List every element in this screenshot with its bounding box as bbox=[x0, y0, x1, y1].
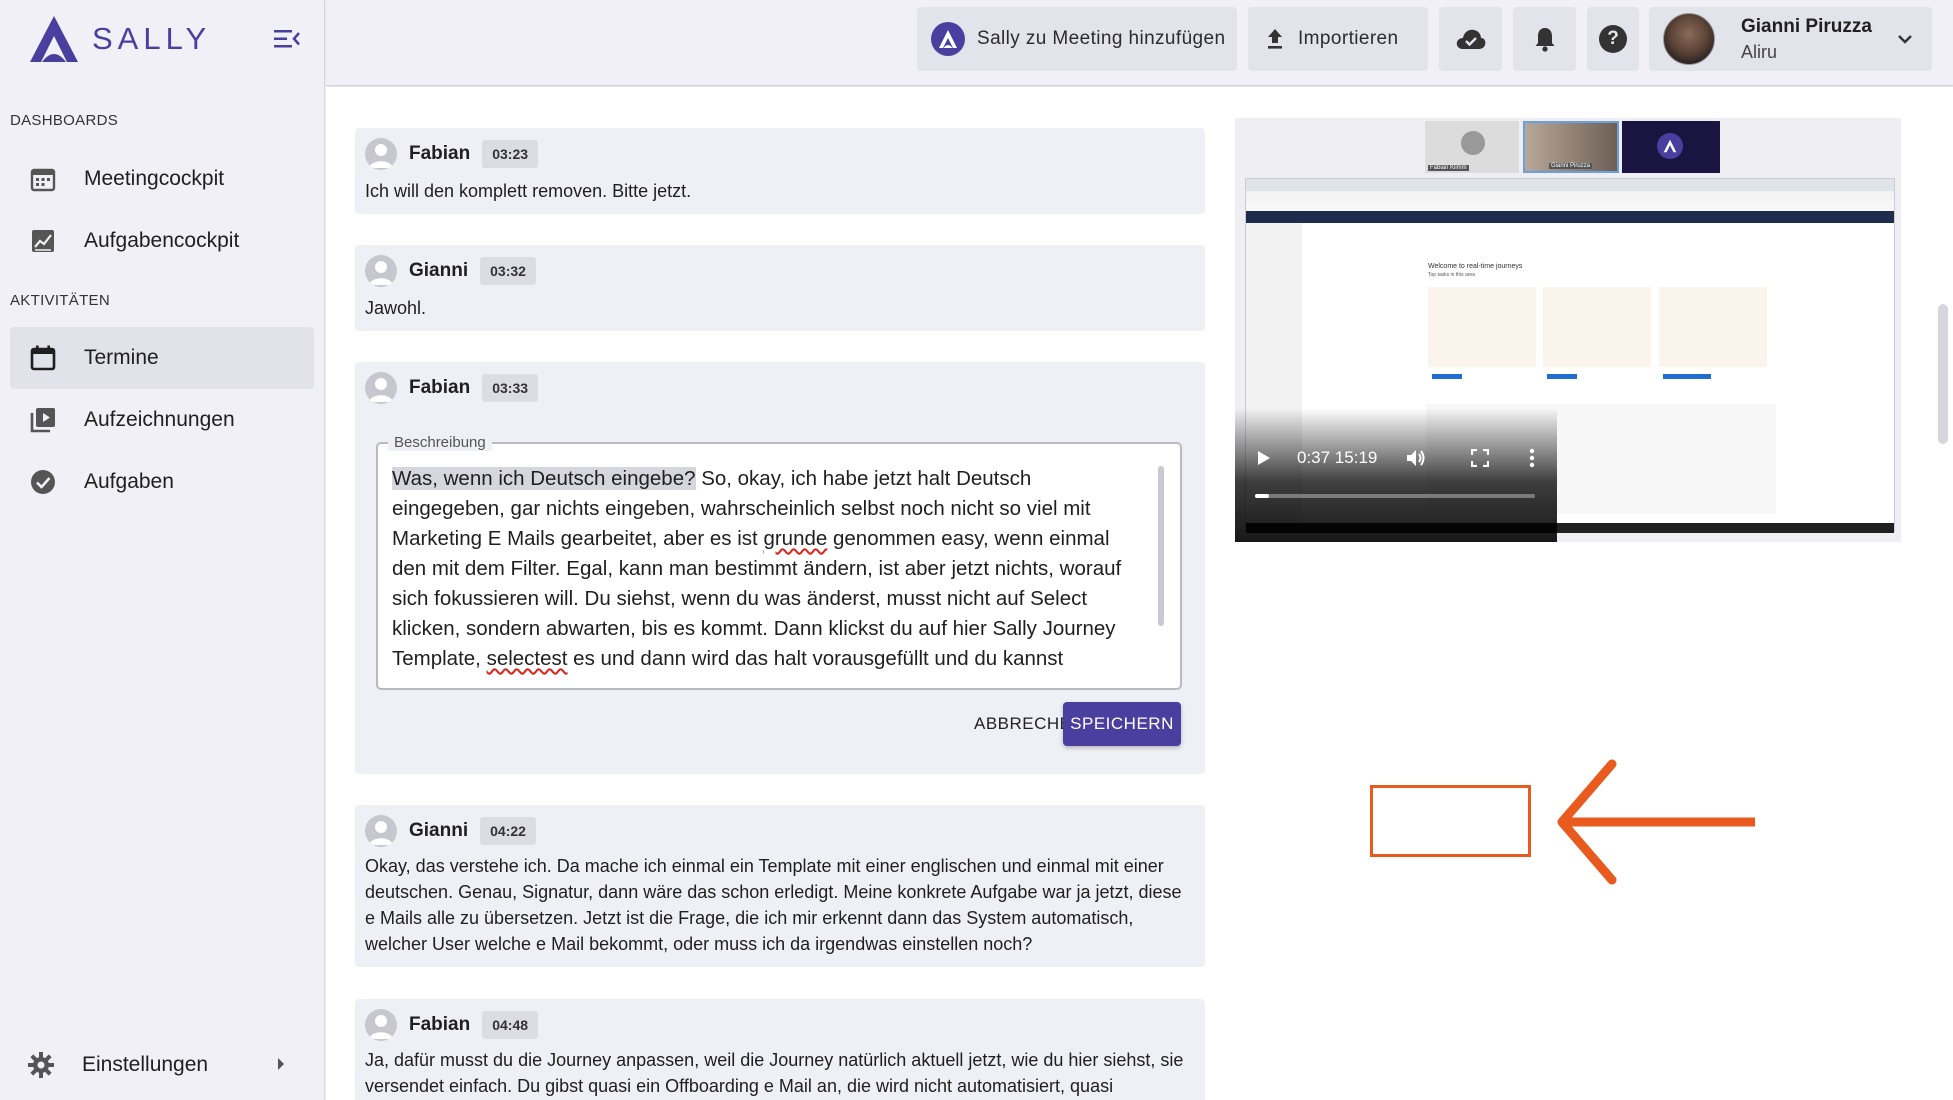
person-icon bbox=[365, 138, 397, 170]
person-icon bbox=[365, 1009, 397, 1041]
chart-icon bbox=[28, 226, 58, 256]
transcript-text: Jawohl. bbox=[365, 298, 427, 318]
gear-icon bbox=[26, 1050, 56, 1080]
play-icon[interactable] bbox=[1257, 450, 1271, 471]
person-icon bbox=[365, 815, 397, 847]
video-controls: 0:37 15:19 bbox=[1235, 408, 1557, 542]
sidebar-item-label: Aufgabencockpit bbox=[84, 229, 240, 252]
page-scrollbar[interactable] bbox=[1938, 304, 1948, 444]
speaker-name: Fabian bbox=[409, 377, 471, 398]
import-button[interactable]: Importieren bbox=[1248, 7, 1428, 71]
transcript-card[interactable]: Gianni 03:32 Jawohl. bbox=[355, 245, 1205, 331]
more-options-icon[interactable] bbox=[1529, 448, 1535, 473]
textarea-scrollbar[interactable] bbox=[1158, 466, 1164, 626]
section-activities: AKTIVITÄTEN bbox=[10, 292, 110, 309]
add-to-meeting-label: Sally zu Meeting hinzufügen bbox=[977, 28, 1226, 49]
calendar-grid-icon bbox=[28, 164, 58, 194]
transcript-card[interactable]: Fabian 04:48 Ja, dafür musst du die Jour… bbox=[355, 999, 1205, 1100]
spelling-error: selectest bbox=[486, 647, 568, 670]
calendar-icon bbox=[28, 343, 58, 373]
participant-thumbnail bbox=[1622, 121, 1720, 173]
transcript-text: Ich will den komplett removen. Bitte jet… bbox=[365, 181, 692, 201]
import-label: Importieren bbox=[1298, 28, 1399, 49]
selected-text: Was, wenn ich Deutsch eingebe? bbox=[392, 467, 696, 490]
sidebar-item-aufgaben[interactable]: Aufgaben bbox=[10, 451, 314, 513]
transcript-card[interactable]: Gianni 04:22 Okay, das verstehe ich. Da … bbox=[355, 805, 1205, 967]
meeting-detail-content: Fabian 03:23 Ich will den komplett remov… bbox=[326, 87, 1953, 1100]
sidebar-item-aufgabencockpit[interactable]: Aufgabencockpit bbox=[10, 210, 314, 272]
menu-collapse-icon bbox=[274, 30, 300, 48]
speaker-name: Gianni bbox=[409, 260, 469, 281]
description-textarea[interactable]: Beschreibung Was, wenn ich Deutsch einge… bbox=[376, 434, 1182, 690]
sidebar-item-label: Aufgaben bbox=[84, 470, 174, 493]
orange-arrow-annotation bbox=[1557, 759, 1755, 885]
avatar bbox=[1663, 13, 1715, 65]
person-icon bbox=[1461, 131, 1485, 155]
description-text[interactable]: Was, wenn ich Deutsch eingebe? So, okay,… bbox=[392, 464, 1152, 674]
speaker-name: Fabian bbox=[409, 1014, 471, 1035]
volume-icon[interactable] bbox=[1405, 448, 1427, 473]
timestamp-badge[interactable]: 03:23 bbox=[482, 140, 539, 168]
user-profile-menu[interactable]: Gianni Piruzza Aliru bbox=[1649, 7, 1932, 71]
transcript-text: Okay, das verstehe ich. Da mache ich ein… bbox=[365, 856, 1182, 954]
transcript-card-editing: Fabian 03:33 Beschreibung Was, wenn ich … bbox=[355, 362, 1205, 774]
user-name: Gianni Piruzza bbox=[1741, 15, 1872, 37]
sidebar-item-einstellungen[interactable]: Einstellungen bbox=[10, 1040, 314, 1090]
check-circle-icon bbox=[28, 467, 58, 497]
settings-label: Einstellungen bbox=[82, 1053, 209, 1076]
sidebar-item-label: Meetingcockpit bbox=[84, 167, 225, 190]
sally-logo-icon bbox=[931, 22, 965, 56]
help-button[interactable]: ? bbox=[1587, 7, 1639, 71]
sally-logo[interactable]: SALLY bbox=[24, 12, 211, 66]
timestamp-badge[interactable]: 03:32 bbox=[480, 257, 536, 285]
sidebar: SALLY DASHBOARDS Meetingcockpit Aufgaben… bbox=[0, 0, 325, 1100]
video-library-icon bbox=[28, 405, 58, 435]
cloud-sync-button[interactable] bbox=[1439, 7, 1502, 71]
help-icon: ? bbox=[1599, 25, 1627, 53]
timestamp-badge[interactable]: 03:33 bbox=[482, 374, 539, 402]
participant-thumbnail: Gianni Piruzza bbox=[1523, 121, 1619, 173]
sidebar-item-label: Aufzeichnungen bbox=[84, 408, 235, 431]
sally-logo-icon bbox=[30, 16, 78, 62]
transcript-text: Ja, dafür musst du die Journey anpassen,… bbox=[365, 1050, 1184, 1096]
chevron-down-icon bbox=[1897, 33, 1913, 51]
sally-logo-icon bbox=[1657, 133, 1683, 159]
topbar: Sally zu Meeting hinzufügen Importieren … bbox=[326, 0, 1953, 86]
speaker-name: Fabian bbox=[409, 143, 471, 164]
video-progress-fill bbox=[1255, 494, 1269, 498]
cloud-done-icon bbox=[1455, 27, 1487, 51]
chevron-right-icon bbox=[276, 1057, 286, 1076]
person-icon bbox=[365, 372, 397, 404]
participant-thumbnail: Fabian Klimm bbox=[1425, 121, 1519, 173]
sidebar-item-meetingcockpit[interactable]: Meetingcockpit bbox=[10, 148, 314, 210]
video-progress-track[interactable] bbox=[1255, 494, 1535, 498]
add-sally-to-meeting-button[interactable]: Sally zu Meeting hinzufügen bbox=[917, 7, 1237, 71]
fullscreen-icon[interactable] bbox=[1470, 448, 1490, 472]
collapse-sidebar-button[interactable] bbox=[272, 26, 302, 52]
timestamp-badge[interactable]: 04:48 bbox=[482, 1011, 539, 1039]
sidebar-item-aufzeichnungen[interactable]: Aufzeichnungen bbox=[10, 389, 314, 451]
spelling-error: grunde bbox=[763, 527, 828, 550]
sidebar-item-label: Termine bbox=[84, 346, 159, 369]
timestamp-badge[interactable]: 04:22 bbox=[480, 817, 536, 845]
sidebar-item-termine[interactable]: Termine bbox=[10, 327, 314, 389]
transcript-card[interactable]: Fabian 03:23 Ich will den komplett remov… bbox=[355, 128, 1205, 214]
video-player[interactable]: Fabian Klimm Gianni Piruzza Welcome to r… bbox=[1235, 118, 1901, 542]
bell-icon bbox=[1534, 26, 1556, 52]
person-icon bbox=[365, 255, 397, 287]
section-dashboards: DASHBOARDS bbox=[10, 112, 119, 129]
user-org: Aliru bbox=[1741, 41, 1778, 62]
app-name: SALLY bbox=[92, 21, 212, 56]
upload-icon bbox=[1266, 28, 1284, 50]
save-button-highlight bbox=[1370, 785, 1531, 857]
notifications-button[interactable] bbox=[1513, 7, 1576, 71]
video-time: 0:37 15:19 bbox=[1297, 448, 1378, 467]
description-label: Beschreibung bbox=[388, 434, 492, 451]
save-button[interactable]: SPEICHERN bbox=[1063, 702, 1181, 746]
speaker-name: Gianni bbox=[409, 820, 469, 841]
